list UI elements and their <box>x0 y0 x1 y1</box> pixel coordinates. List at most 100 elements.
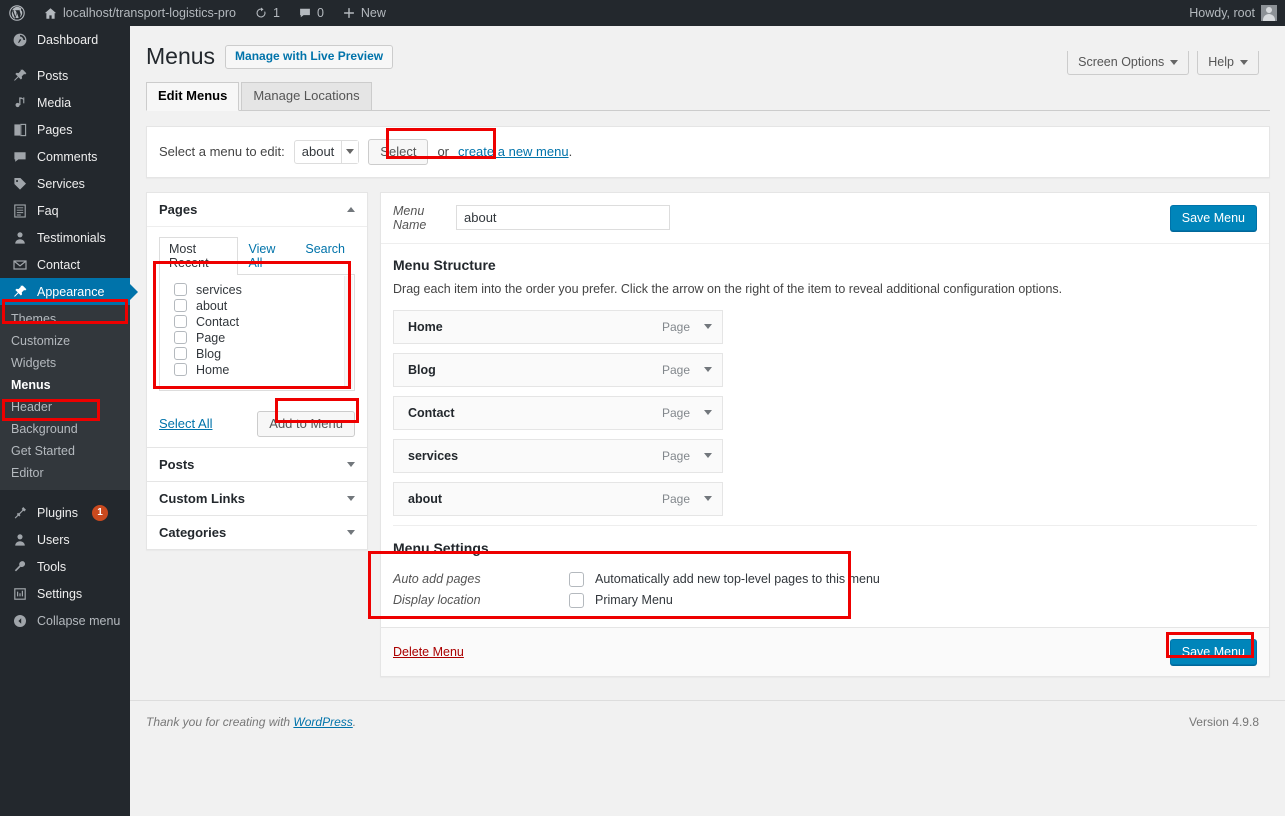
chevron-down-icon[interactable] <box>347 529 355 535</box>
menu-item-label: services <box>408 448 459 463</box>
chevron-down-icon[interactable] <box>704 410 712 416</box>
menu-select-value: about <box>301 144 335 160</box>
manage-with-live-preview-button[interactable]: Manage with Live Preview <box>225 44 394 70</box>
admin-bar-right: Howdy, root <box>1189 5 1285 21</box>
menu-item-row[interactable]: Contact Page <box>393 395 723 430</box>
sidebar-item-testimonials[interactable]: Testimonials <box>0 224 130 251</box>
sidebar-item-plugins[interactable]: Plugins 1 <box>0 499 130 526</box>
sidebar-item-contact[interactable]: Contact <box>0 251 130 278</box>
wordpress-link[interactable]: WordPress <box>293 715 352 729</box>
help-button[interactable]: Help <box>1197 51 1259 75</box>
sidebar-divider <box>0 53 130 62</box>
menu-item-row[interactable]: services Page <box>393 438 723 473</box>
updates-icon <box>254 6 268 20</box>
delete-menu-link[interactable]: Delete Menu <box>393 645 464 659</box>
primary-menu-checkbox[interactable] <box>569 592 584 608</box>
tab-edit-menus[interactable]: Edit Menus <box>146 81 240 111</box>
home-icon <box>43 6 58 21</box>
updates-menu[interactable]: 1 <box>245 0 289 26</box>
create-new-menu-link-wrap: create a new menu. <box>458 144 572 159</box>
sidebar-item-tools[interactable]: Tools <box>0 553 130 580</box>
sidebar-item-pages[interactable]: Pages <box>0 116 130 143</box>
sidebar-subitem-editor[interactable]: Editor <box>0 462 130 484</box>
chevron-down-icon[interactable] <box>704 453 712 459</box>
list-item[interactable]: services <box>160 282 354 298</box>
wordpress-version: Version 4.9.8 <box>1188 715 1259 729</box>
sidebar-subitem-get-started[interactable]: Get Started <box>0 440 130 462</box>
page-checkbox[interactable] <box>174 283 187 297</box>
categories-panel: Categories <box>146 515 368 550</box>
menu-item-row[interactable]: about Page <box>393 481 723 516</box>
sidebar-item-posts[interactable]: Posts <box>0 62 130 89</box>
checklist-scrollbar[interactable] <box>344 275 353 389</box>
list-item[interactable]: Home <box>160 362 354 378</box>
sidebar-item-media[interactable]: Media <box>0 89 130 116</box>
howdy-label[interactable]: Howdy, root <box>1189 6 1255 20</box>
list-item[interactable]: Blog <box>160 346 354 362</box>
chevron-down-icon[interactable] <box>704 496 712 502</box>
avatar[interactable] <box>1261 5 1277 21</box>
sidebar-subitem-themes[interactable]: Themes <box>0 308 130 330</box>
sidebar-item-faq[interactable]: Faq <box>0 197 130 224</box>
pages-panel-tabs: Most Recent View All Search <box>159 236 355 275</box>
auto-add-pages-checkbox[interactable] <box>569 571 584 587</box>
page-checkbox[interactable] <box>174 331 187 345</box>
pages-tab-most-recent[interactable]: Most Recent <box>159 236 239 275</box>
menu-item-meta: Page <box>662 492 712 506</box>
sidebar-subitem-background[interactable]: Background <box>0 418 130 440</box>
nav-tabs: Edit Menus Manage Locations <box>146 81 1270 111</box>
chevron-down-icon[interactable] <box>347 461 355 467</box>
list-item[interactable]: about <box>160 298 354 314</box>
add-to-menu-button[interactable]: Add to Menu <box>257 410 355 437</box>
sidebar-item-settings[interactable]: Settings <box>0 580 130 607</box>
sidebar-subitem-header[interactable]: Header <box>0 396 130 418</box>
chevron-up-icon[interactable] <box>347 206 355 212</box>
chevron-down-icon[interactable] <box>704 324 712 330</box>
pages-tab-search[interactable]: Search <box>295 237 355 275</box>
sidebar-item-dashboard[interactable]: Dashboard <box>0 26 130 53</box>
menu-item-row[interactable]: Home Page <box>393 309 723 344</box>
page-checkbox[interactable] <box>174 315 187 329</box>
wordpress-logo-menu[interactable] <box>0 0 34 26</box>
sidebar-subitem-menus[interactable]: Menus <box>0 374 130 396</box>
sidebar-item-label: Plugins <box>37 505 78 520</box>
menu-item-type: Page <box>661 448 690 463</box>
tab-manage-locations[interactable]: Manage Locations <box>241 81 372 111</box>
posts-panel-header[interactable]: Posts <box>147 448 367 481</box>
comments-menu[interactable]: 0 <box>289 0 333 26</box>
menu-edit-footer: Delete Menu Save Menu <box>381 626 1269 676</box>
save-menu-button-top[interactable]: Save Menu <box>1169 204 1257 231</box>
list-item[interactable]: Page <box>160 330 354 346</box>
page-checkbox[interactable] <box>174 347 187 361</box>
select-button[interactable]: Select <box>368 138 429 165</box>
menu-name-input[interactable] <box>456 205 670 231</box>
save-menu-button-bottom[interactable]: Save Menu <box>1169 638 1257 665</box>
new-content-menu[interactable]: New <box>333 0 395 26</box>
sidebar-item-comments[interactable]: Comments <box>0 143 130 170</box>
custom-links-panel-header[interactable]: Custom Links <box>147 482 367 515</box>
categories-panel-header[interactable]: Categories <box>147 516 367 549</box>
sidebar-item-collapse-menu[interactable]: Collapse menu <box>0 607 130 634</box>
sidebar-item-users[interactable]: Users <box>0 526 130 553</box>
sidebar-subitem-customize[interactable]: Customize <box>0 330 130 352</box>
updates-count: 1 <box>273 6 280 20</box>
pages-checklist: services about Contact Page Blog Home <box>159 274 355 391</box>
page-checkbox[interactable] <box>174 299 187 313</box>
page-checkbox[interactable] <box>174 363 187 377</box>
sidebar-subitem-widgets[interactable]: Widgets <box>0 352 130 374</box>
screen-options-button[interactable]: Screen Options <box>1067 51 1190 75</box>
chevron-down-icon[interactable] <box>347 495 355 501</box>
menu-select-dropdown[interactable]: about <box>293 139 360 164</box>
user-icon <box>11 229 28 246</box>
create-a-new-menu-link[interactable]: create a new menu <box>458 144 569 159</box>
sidebar-item-appearance[interactable]: Appearance <box>0 278 138 305</box>
sidebar-item-services[interactable]: Services <box>0 170 130 197</box>
chevron-down-icon[interactable] <box>704 367 712 373</box>
select-all-link[interactable]: Select All <box>159 416 212 431</box>
menu-item-label: about <box>408 491 443 506</box>
pages-tab-view-all[interactable]: View All <box>238 237 295 275</box>
site-name-menu[interactable]: localhost/transport-logistics-pro <box>34 0 245 26</box>
pages-panel-header[interactable]: Pages <box>147 193 367 227</box>
list-item[interactable]: Contact <box>160 314 354 330</box>
menu-item-row[interactable]: Blog Page <box>393 352 723 387</box>
